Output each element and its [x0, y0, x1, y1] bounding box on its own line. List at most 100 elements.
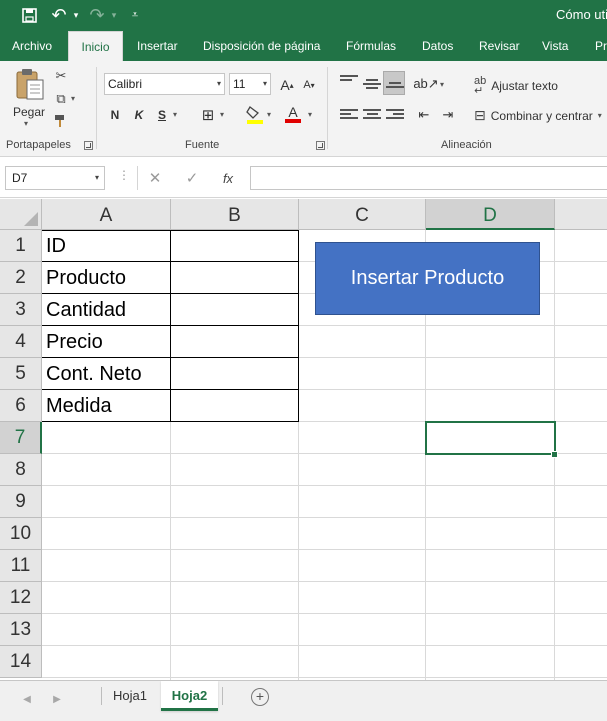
- scroll-tabs-left-icon[interactable]: ◀: [20, 689, 34, 709]
- font-name-select[interactable]: Calibri ▾: [104, 73, 225, 95]
- column-header-c[interactable]: C: [299, 199, 426, 230]
- align-middle-icon[interactable]: [363, 79, 381, 93]
- merge-center-button[interactable]: ⊟ Combinar y centrar ▾: [474, 107, 602, 124]
- chevron-down-icon[interactable]: ▾: [95, 167, 99, 189]
- cell-a2[interactable]: Producto: [46, 262, 126, 294]
- row-header-13[interactable]: 13: [0, 614, 42, 646]
- insert-function-icon[interactable]: fx: [216, 166, 240, 190]
- borders-icon[interactable]: ⊞: [199, 105, 217, 125]
- font-color-swatch: [285, 119, 301, 123]
- font-launcher-icon[interactable]: [316, 141, 325, 150]
- cell-a5[interactable]: Cont. Neto: [46, 358, 142, 390]
- underline-dropdown-icon[interactable]: ▾: [173, 110, 177, 119]
- paste-button[interactable]: Pegar: [13, 105, 45, 119]
- row-header-8[interactable]: 8: [0, 454, 42, 486]
- borders-dropdown-icon[interactable]: ▾: [220, 110, 224, 119]
- align-top-icon[interactable]: [340, 75, 358, 89]
- font-size-value: 11: [233, 77, 246, 91]
- merge-center-icon: ⊟: [474, 107, 486, 123]
- bold-button[interactable]: N: [106, 105, 124, 125]
- column-header-e[interactable]: [555, 199, 607, 230]
- tab-disposicion[interactable]: Disposición de página: [203, 31, 320, 61]
- grow-font-button[interactable]: A ▴: [278, 75, 296, 95]
- column-header-b[interactable]: B: [171, 199, 299, 230]
- gridline: [42, 677, 607, 678]
- sheet-tab-hoja2[interactable]: Hoja2: [161, 681, 218, 711]
- select-all-button[interactable]: [0, 199, 42, 230]
- redo-dropdown-icon[interactable]: ▾: [108, 0, 120, 31]
- tab-inicio[interactable]: Inicio: [68, 31, 123, 61]
- row-header-11[interactable]: 11: [0, 550, 42, 582]
- align-center-icon[interactable]: [363, 109, 381, 123]
- shrink-font-icon: A: [303, 79, 311, 91]
- cancel-icon[interactable]: ✕: [143, 166, 167, 190]
- row-header-9[interactable]: 9: [0, 486, 42, 518]
- shrink-font-button[interactable]: A ▾: [300, 75, 318, 95]
- align-bottom-button[interactable]: [383, 71, 405, 95]
- redo-icon[interactable]: ↷: [86, 0, 108, 31]
- format-painter-icon[interactable]: [52, 112, 70, 130]
- clipboard-launcher-icon[interactable]: [84, 141, 93, 150]
- tab-vista[interactable]: Vista: [542, 31, 568, 61]
- tab-formulas[interactable]: Fórmulas: [346, 31, 396, 61]
- more-icon[interactable]: ⋮: [118, 168, 130, 182]
- row-header-14[interactable]: 14: [0, 646, 42, 678]
- align-right-icon[interactable]: [386, 109, 404, 123]
- font-color-dropdown-icon[interactable]: ▾: [308, 110, 312, 119]
- fill-color-icon[interactable]: [245, 104, 265, 124]
- cell-a6[interactable]: Medida: [46, 390, 112, 422]
- row-header-12[interactable]: 12: [0, 582, 42, 614]
- fill-handle[interactable]: [551, 451, 558, 458]
- row-header-3[interactable]: 3: [0, 294, 42, 326]
- font-size-select[interactable]: 11 ▾: [229, 73, 271, 95]
- column-header-a[interactable]: A: [42, 199, 171, 230]
- row-header-4[interactable]: 4: [0, 326, 42, 358]
- worksheet-grid[interactable]: A B C D 1 2 3 4 5 6 7 8 9 10 11 12 13 14…: [0, 199, 607, 680]
- cut-icon[interactable]: ✂: [52, 67, 70, 85]
- cell-a3[interactable]: Cantidad: [46, 294, 126, 326]
- row-header-2[interactable]: 2: [0, 262, 42, 294]
- copy-dropdown-icon[interactable]: ▾: [71, 94, 75, 103]
- formula-input[interactable]: [250, 166, 607, 190]
- sheet-tab-hoja1[interactable]: Hoja1: [104, 681, 156, 711]
- sheet-tabs-bar: ◀ ▶ Hoja1 Hoja2 +: [0, 680, 607, 721]
- font-color-button[interactable]: A: [283, 104, 303, 124]
- name-box[interactable]: D7 ▾: [5, 166, 105, 190]
- insert-product-button[interactable]: Insertar Producto: [315, 242, 540, 315]
- cell-a1[interactable]: ID: [46, 230, 66, 262]
- paste-dropdown-icon[interactable]: ▾: [24, 119, 28, 128]
- enter-icon[interactable]: ✓: [180, 166, 204, 190]
- tab-revisar[interactable]: Revisar: [479, 31, 520, 61]
- add-sheet-icon[interactable]: +: [251, 688, 269, 706]
- italic-button[interactable]: K: [130, 105, 148, 125]
- merge-dropdown-icon[interactable]: ▾: [598, 111, 602, 120]
- paste-icon[interactable]: [15, 68, 45, 100]
- undo-dropdown-icon[interactable]: ▾: [70, 0, 82, 31]
- decrease-indent-icon[interactable]: ⇤: [414, 105, 434, 125]
- tab-archivo[interactable]: Archivo: [12, 31, 52, 61]
- row-header-1[interactable]: 1: [0, 230, 42, 262]
- underline-button[interactable]: S: [153, 105, 171, 125]
- scroll-tabs-right-icon[interactable]: ▶: [50, 689, 64, 709]
- orientation-icon[interactable]: ab↗: [413, 74, 438, 94]
- active-cell-d7[interactable]: [425, 421, 556, 455]
- customize-toolbar-icon[interactable]: ⩡: [126, 0, 144, 31]
- align-left-icon[interactable]: [340, 109, 358, 123]
- tab-programador[interactable]: Pr: [595, 31, 607, 61]
- save-icon[interactable]: [16, 0, 42, 31]
- merge-center-label: Combinar y centrar: [490, 108, 593, 123]
- row-header-10[interactable]: 10: [0, 518, 42, 550]
- row-header-6[interactable]: 6: [0, 390, 42, 422]
- increase-indent-icon[interactable]: ⇥: [438, 105, 458, 125]
- orientation-dropdown-icon[interactable]: ▾: [440, 80, 444, 89]
- row-header-7[interactable]: 7: [0, 422, 42, 454]
- tab-insertar[interactable]: Insertar: [137, 31, 178, 61]
- undo-icon[interactable]: ↶: [48, 0, 70, 31]
- wrap-text-button[interactable]: ab ↵ Ajustar texto: [474, 76, 558, 97]
- fill-color-dropdown-icon[interactable]: ▾: [267, 110, 271, 119]
- column-header-d[interactable]: D: [426, 199, 555, 230]
- tab-datos[interactable]: Datos: [422, 31, 453, 61]
- cell-a4[interactable]: Precio: [46, 326, 103, 358]
- copy-icon[interactable]: ⧉: [52, 90, 70, 108]
- row-header-5[interactable]: 5: [0, 358, 42, 390]
